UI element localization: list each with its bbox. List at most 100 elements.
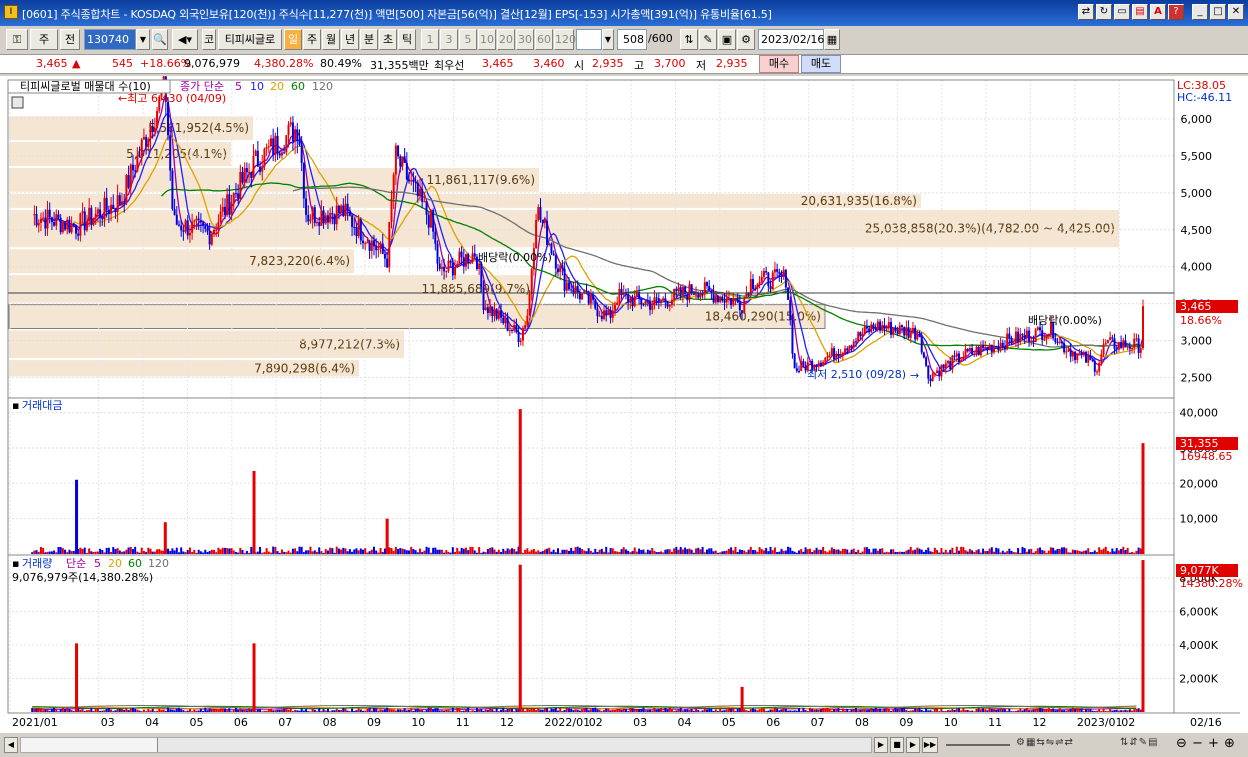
volume-bar — [620, 709, 623, 712]
amount-bar — [103, 552, 106, 554]
min-1[interactable]: 1 — [421, 29, 439, 50]
lock-icon[interactable]: ⚿ — [6, 29, 28, 50]
scrollbar-thumb[interactable] — [21, 738, 158, 752]
volume-bar — [745, 710, 748, 712]
period-week[interactable]: 주 — [303, 29, 321, 50]
period-minute[interactable]: 분 — [360, 29, 378, 50]
play-button[interactable]: ▶ — [906, 737, 920, 753]
sound-icon[interactable]: ◀▾ — [172, 29, 198, 50]
volume-bar — [863, 709, 866, 712]
amount-bar — [1065, 548, 1068, 554]
candle-body — [33, 214, 36, 216]
amount-bar — [868, 548, 871, 554]
tools-extra-icon[interactable]: ⇅⇵✎▤ — [1120, 737, 1159, 748]
help-icon[interactable]: ? — [1168, 4, 1184, 20]
period-second[interactable]: 초 — [379, 29, 397, 50]
volume-bar — [497, 711, 500, 712]
period-day[interactable]: 일 — [284, 29, 302, 50]
volume-panel-title: 거래량 — [22, 557, 52, 570]
amount-bar — [618, 552, 621, 554]
candle-body — [808, 360, 811, 363]
scroll-right-button[interactable]: ▶ — [874, 737, 888, 753]
min-20[interactable]: 20 — [497, 29, 515, 50]
volume-bar — [267, 709, 270, 712]
period-tick[interactable]: 틱 — [398, 29, 416, 50]
candle-body — [1063, 343, 1066, 353]
buy-button[interactable]: 매수 — [759, 55, 799, 73]
alert-icon[interactable]: A — [1150, 4, 1166, 20]
search-icon[interactable]: 🔍 — [152, 29, 168, 50]
settings-icon[interactable]: ⚙ — [737, 29, 755, 50]
amount-bar — [745, 552, 748, 554]
volume-bar — [695, 707, 698, 712]
candle-body — [70, 223, 73, 233]
speed-slider[interactable] — [946, 744, 1010, 746]
candle-body — [971, 348, 974, 354]
amount-bar — [657, 552, 660, 554]
period-month[interactable]: 월 — [322, 29, 340, 50]
volume-bar — [1010, 711, 1013, 712]
close-button[interactable]: ✕ — [1228, 4, 1244, 20]
period-year[interactable]: 년 — [341, 29, 359, 50]
volume-bar — [548, 710, 551, 712]
min-10[interactable]: 10 — [478, 29, 496, 50]
minimize-button[interactable]: _ — [1192, 4, 1208, 20]
volume-bar — [333, 710, 336, 712]
min-3[interactable]: 3 — [440, 29, 458, 50]
min-120[interactable]: 120 — [554, 29, 576, 50]
stop-button[interactable]: ■ — [890, 737, 904, 753]
min-60[interactable]: 60 — [535, 29, 553, 50]
amount-bar — [329, 547, 332, 554]
scroll-left-button[interactable]: ◀ — [4, 737, 18, 753]
candle-body — [408, 179, 411, 182]
count-input[interactable]: 508 — [617, 29, 647, 50]
interval-input[interactable] — [576, 29, 602, 50]
candle-body — [524, 325, 527, 329]
volume-bar — [37, 707, 40, 712]
window-icon[interactable]: ▭ — [1114, 4, 1130, 20]
chart-icon[interactable]: ▤ — [1132, 4, 1148, 20]
scrollbar-track[interactable] — [20, 737, 872, 753]
candle-body — [267, 146, 270, 148]
prev-button[interactable]: 전 — [60, 29, 80, 50]
sell-button[interactable]: 매도 — [801, 55, 841, 73]
amount-bar — [504, 550, 507, 554]
amount-bar — [798, 550, 801, 554]
tools-icon[interactable]: ✎ — [699, 29, 717, 50]
candle-body — [607, 309, 610, 315]
amount-bar — [412, 549, 415, 554]
compare-icon[interactable]: ⇅ — [680, 29, 698, 50]
drawing-tools-icon[interactable]: ⚙▦⇆⇋⇌⇄ — [1016, 737, 1074, 748]
plus-icon[interactable]: + — [1208, 736, 1219, 751]
link-icon[interactable]: ⇄ — [1078, 4, 1094, 20]
amount-bar — [819, 549, 822, 554]
refresh-icon[interactable]: ↻ — [1096, 4, 1112, 20]
amount-bar — [425, 546, 428, 554]
market-select[interactable]: 주 — [30, 29, 58, 50]
min-30[interactable]: 30 — [516, 29, 534, 50]
save-icon[interactable]: ▣ — [718, 29, 736, 50]
amount-bar — [511, 548, 514, 554]
amount-bar — [982, 548, 985, 554]
code-input[interactable]: 130740 — [84, 29, 136, 50]
volume-bar — [199, 708, 202, 712]
chart-area[interactable]: 7,890,298(6.4%) 8,977,212(7.3%) 18,460,290… — [0, 67, 1248, 733]
amount-bar — [929, 551, 932, 554]
stock-chart[interactable]: 7,890,298(6.4%)8,977,212(7.3%)18,460,290… — [0, 67, 1248, 733]
minus-icon[interactable]: − — [1192, 736, 1203, 751]
calendar-icon[interactable]: ▦ — [824, 29, 840, 50]
candle-body — [243, 168, 246, 183]
min-5[interactable]: 5 — [459, 29, 477, 50]
zoom-out-icon[interactable]: ⊖ — [1176, 736, 1187, 751]
maximize-button[interactable]: □ — [1210, 4, 1226, 20]
interval-dropdown[interactable]: ▼ — [602, 29, 614, 50]
amount-bar — [269, 552, 272, 554]
grid-icon[interactable] — [11, 96, 24, 109]
fast-forward-button[interactable]: ▶▶ — [922, 737, 938, 753]
zoom-in-icon[interactable]: ⊕ — [1224, 736, 1235, 751]
code-dropdown[interactable]: ▼ — [136, 29, 150, 50]
volume-bar — [716, 711, 719, 712]
candle-body — [35, 214, 38, 226]
amount-bar — [116, 548, 119, 554]
date-input[interactable]: 2023/02/16 — [758, 29, 824, 50]
